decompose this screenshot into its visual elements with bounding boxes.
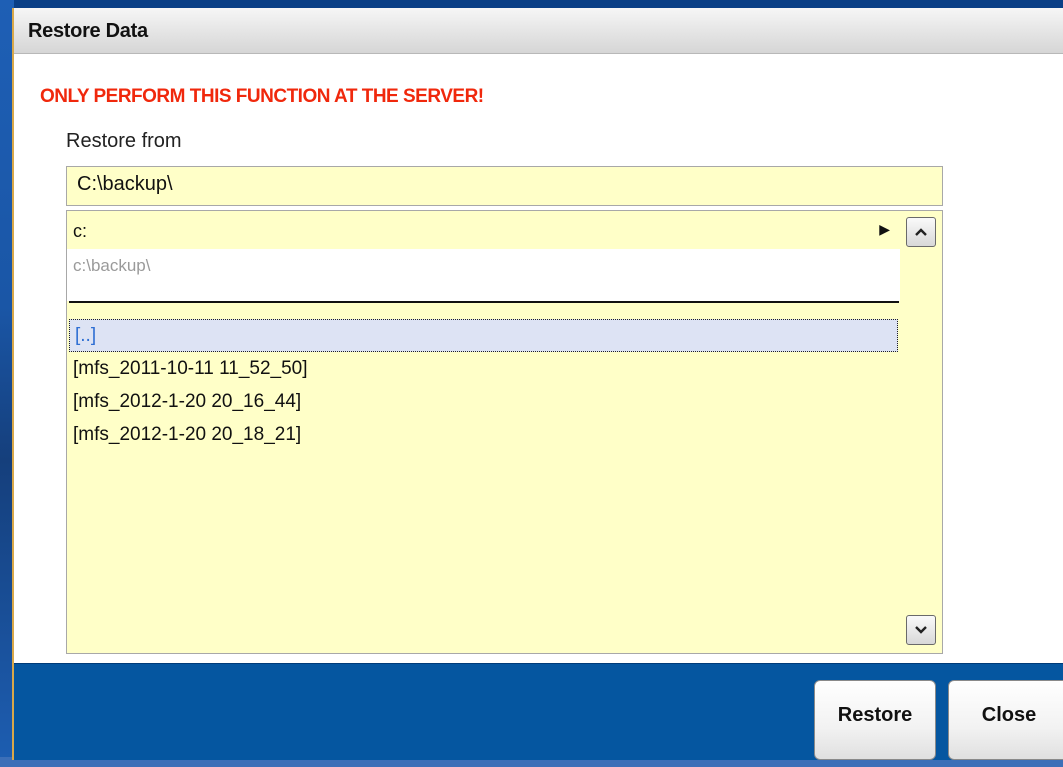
restore-from-label: Restore from — [66, 130, 182, 152]
title-bar[interactable]: Restore Data — [14, 8, 1063, 54]
folder-browser[interactable]: c: ▶ c:\backup\ [..] [mfs_2011-10-11 11_… — [66, 210, 943, 654]
chevron-down-icon — [915, 626, 927, 634]
drive-selector[interactable]: c: ▶ — [67, 211, 900, 249]
folder-list: [..] [mfs_2011-10-11 11_52_50] [mfs_2012… — [67, 319, 900, 451]
close-button[interactable]: Close — [948, 680, 1063, 760]
dialog-title: Restore Data — [28, 20, 148, 42]
right-triangle-icon: ▶ — [879, 221, 890, 237]
folder-item[interactable]: [mfs_2011-10-11 11_52_50] — [67, 352, 900, 385]
folder-item[interactable]: [mfs_2012-1-20 20_18_21] — [67, 418, 900, 451]
vertical-scrollbar[interactable] — [900, 211, 942, 653]
dialog-footer: Restore Close — [14, 663, 1063, 760]
restore-path-field[interactable]: C:\backup\ — [66, 166, 943, 206]
divider — [69, 301, 899, 303]
chevron-up-icon — [915, 228, 927, 236]
current-path-row: c:\backup\ — [67, 249, 900, 301]
current-path: c:\backup\ — [73, 256, 151, 275]
scroll-up-button[interactable] — [906, 217, 936, 247]
server-warning: ONLY PERFORM THIS FUNCTION AT THE SERVER… — [40, 86, 484, 107]
folder-item-parent[interactable]: [..] — [69, 319, 898, 352]
restore-data-dialog: Restore Data ONLY PERFORM THIS FUNCTION … — [12, 8, 1063, 760]
folder-item[interactable]: [mfs_2012-1-20 20_16_44] — [67, 385, 900, 418]
drive-label: c: — [73, 221, 88, 241]
scroll-down-button[interactable] — [906, 615, 936, 645]
restore-button[interactable]: Restore — [814, 680, 936, 760]
